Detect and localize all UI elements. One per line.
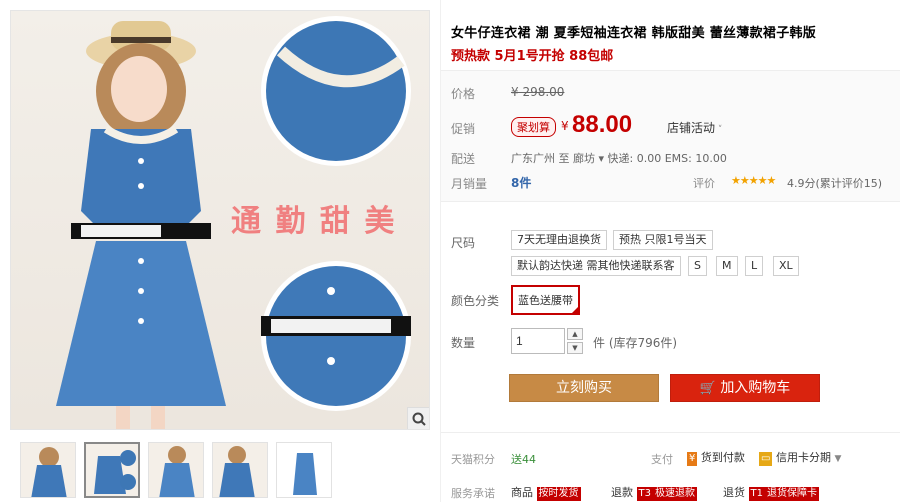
overlay-text: 通 勤 甜 美 xyxy=(231,204,397,239)
magnifier-icon xyxy=(412,412,426,426)
service-return: 退货 T1 退货保障卡 xyxy=(723,484,819,501)
current-price: 88.00 xyxy=(572,111,633,138)
shipping-label: 配送 xyxy=(451,152,476,166)
sales-label: 月销量 xyxy=(451,177,488,191)
credit-label: 信用卡分期 xyxy=(775,451,831,464)
service-refund: 退款 T3 极速退款 xyxy=(611,484,697,501)
quantity-label: 数量 xyxy=(451,336,476,350)
shipping-info[interactable]: 广东广州 至 廊坊 ▾ 快递: 0.00 EMS: 10.00 xyxy=(511,150,727,166)
chevron-down-icon: ˅ xyxy=(715,125,723,135)
points-value: 送44 xyxy=(511,453,536,466)
chevron-down-icon: ▼ xyxy=(834,454,842,464)
review-score-link[interactable]: 4.9分(累计评价15) xyxy=(787,175,882,191)
pay-label: 支付 xyxy=(651,453,673,466)
shop-promo-label: 店铺活动 xyxy=(667,121,716,135)
buy-now-button[interactable]: 立刻购买 xyxy=(509,374,659,402)
add-to-cart-button[interactable]: 🛒 加入购物车 xyxy=(670,374,820,402)
fast-refund-badge: 极速退款 xyxy=(652,487,697,501)
quantity-decrease-button[interactable]: ▼ xyxy=(567,342,583,354)
rating-stars-icon: ★★★★★ xyxy=(731,174,776,187)
thumbnail-2[interactable] xyxy=(84,442,140,498)
stock-text: 件 (库存796件) xyxy=(593,336,678,350)
size-option[interactable]: 默认韵达快递 需其他快递联系客 xyxy=(511,256,681,276)
size-option-l[interactable]: L xyxy=(745,256,764,276)
promo-label: 促销 xyxy=(451,122,476,136)
main-product-image[interactable]: 通 勤 甜 美 xyxy=(10,10,430,430)
sales-value: 8件 xyxy=(511,176,532,190)
active-thumb-indicator xyxy=(108,442,120,444)
size-option-xl[interactable]: XL xyxy=(773,256,799,276)
price-box: 价格 ¥ 298.00 促销 聚划算 ¥ 88.00 店铺活动 ˅ 配送 广东广… xyxy=(441,70,900,202)
promo-badge: 聚划算 xyxy=(511,117,556,137)
original-price: ¥ 298.00 xyxy=(511,85,565,99)
service-info: 天猫积分 送44 支付 ¥ 货到付款 ▭ 信用卡分期 ▼ 服务承诺 商品 按时发… xyxy=(441,432,900,502)
add-to-cart-label: 加入购物车 xyxy=(720,380,791,396)
thumbnail-3[interactable] xyxy=(148,442,204,498)
cart-icon: 🛒 xyxy=(699,381,716,396)
thumbnail-5[interactable] xyxy=(276,442,332,498)
cod-option[interactable]: ¥ 货到付款 xyxy=(687,449,745,466)
points-label: 天猫积分 xyxy=(451,453,495,466)
goods-label: 商品 xyxy=(511,486,533,499)
size-option-s[interactable]: S xyxy=(688,256,707,276)
service-label: 服务承诺 xyxy=(451,487,495,500)
review-label: 评价 xyxy=(693,177,715,190)
quantity-input[interactable] xyxy=(511,328,565,354)
color-label: 颜色分类 xyxy=(451,294,500,308)
product-gallery: 通 勤 甜 美 xyxy=(0,0,440,502)
credit-option[interactable]: ▭ 信用卡分期 ▼ xyxy=(759,449,841,466)
color-option-selected[interactable]: 蓝色送腰带 xyxy=(511,285,580,315)
return-badge: T1 xyxy=(748,487,765,501)
service-goods: 商品 按时发货 xyxy=(511,484,581,501)
return-guarantee-badge: 退货保障卡 xyxy=(764,487,819,501)
thumbnail-strip xyxy=(10,440,430,500)
size-option-m[interactable]: M xyxy=(716,256,738,276)
thumbnail-1[interactable] xyxy=(20,442,76,498)
zoom-button[interactable] xyxy=(407,407,429,429)
quantity-increase-button[interactable]: ▲ xyxy=(567,328,583,340)
product-info-panel: 女牛仔连衣裙 潮 夏季短袖连衣裙 韩版甜美 蕾丝薄款裙子韩版 预热款 5月1号开… xyxy=(440,0,900,502)
price-label: 价格 xyxy=(451,87,476,101)
shop-promo-dropdown[interactable]: 店铺活动 ˅ xyxy=(667,119,722,136)
refund-badge: T3 xyxy=(636,487,653,501)
credit-card-icon: ▭ xyxy=(759,452,773,466)
cod-icon: ¥ xyxy=(687,452,698,466)
size-option[interactable]: 预热 只限1号当天 xyxy=(613,230,713,250)
cod-label: 货到付款 xyxy=(700,451,745,464)
size-label: 尺码 xyxy=(451,236,476,250)
color-option-label: 蓝色送腰带 xyxy=(518,294,573,307)
selected-check-icon xyxy=(571,306,579,314)
refund-label: 退款 xyxy=(611,486,633,499)
thumbnail-4[interactable] xyxy=(212,442,268,498)
product-title: 女牛仔连衣裙 潮 夏季短袖连衣裙 韩版甜美 蕾丝薄款裙子韩版 xyxy=(451,26,817,41)
currency-symbol: ¥ xyxy=(561,119,569,133)
size-option[interactable]: 7天无理由退换货 xyxy=(511,230,607,250)
product-subtitle: 预热款 5月1号开抢 88包邮 xyxy=(451,49,614,64)
return-label: 退货 xyxy=(723,486,745,499)
on-time-badge: 按时发货 xyxy=(536,487,581,501)
